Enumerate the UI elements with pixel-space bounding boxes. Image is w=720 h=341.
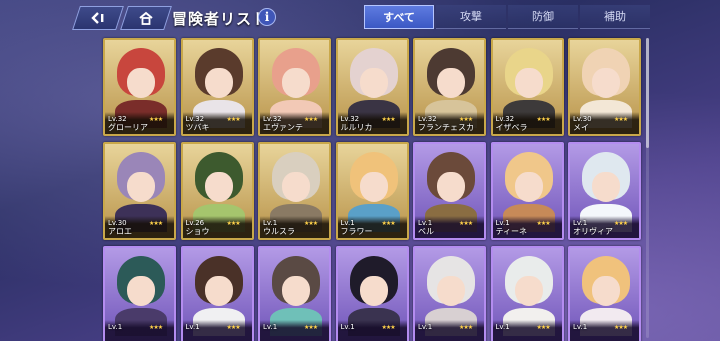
header-bar: 冒険者リスト i すべて 攻撃 防御 補助 [0,0,720,36]
rarity-stars: ★★★ [536,220,551,227]
rarity-stars: ★★★ [304,324,318,331]
rarity-stars: ★★★ [381,324,396,331]
character-name: エヴァンテ [263,123,303,132]
character-level: Lv.1 [573,323,588,331]
character-card[interactable]: Lv.32 ★★★ グローリア [103,38,176,136]
rarity-stars: ★★★ [226,116,241,123]
tab-support[interactable]: 補助 [580,5,650,29]
character-card[interactable]: Lv.1 ★★★ [335,246,409,341]
rarity-stars: ★★★ [536,324,551,331]
character-name: イザベラ [495,123,528,132]
character-name: メイ [573,123,589,132]
character-card[interactable]: Lv.1 ★★★ ベル [413,142,486,240]
rarity-stars: ★★★ [149,220,163,227]
character-card[interactable]: Lv.1 ★★★ [568,246,641,341]
character-name: アロエ [108,227,132,236]
rarity-stars: ★★★ [304,220,318,227]
character-level: Lv.1 [340,323,355,331]
rarity-stars: ★★★ [459,324,473,331]
character-level: Lv.1 [418,323,433,331]
character-name: ウルスラ [263,227,295,236]
character-name: グローリア [108,123,148,132]
character-card[interactable]: Lv.30 ★★★ アロエ [103,142,176,240]
rarity-stars: ★★★ [536,116,551,123]
rarity-stars: ★★★ [304,116,318,123]
character-name: ショウ [185,227,210,236]
tab-all[interactable]: すべて [364,5,434,29]
character-level: Lv.1 [108,323,123,331]
filter-tabs: すべて 攻撃 防御 補助 [364,5,652,31]
rarity-stars: ★★★ [381,220,396,227]
character-name: ベル [418,227,434,236]
rarity-stars: ★★★ [149,116,163,123]
rarity-stars: ★★★ [149,324,163,331]
tab-attack[interactable]: 攻撃 [436,5,506,29]
character-level: Lv.1 [495,323,510,331]
scrollbar[interactable] [646,38,649,338]
character-card[interactable]: Lv.1 ★★★ ウルスラ [258,142,331,240]
character-card[interactable]: Lv.32 ★★★ ルルリカ [335,38,409,136]
home-icon [139,11,153,25]
tab-defense[interactable]: 防御 [508,5,578,29]
character-card[interactable]: Lv.1 ★★★ [413,246,486,341]
character-card[interactable]: Lv.32 ★★★ イザベラ [490,38,564,136]
back-button[interactable] [72,6,124,30]
character-card[interactable]: Lv.1 ★★★ [258,246,331,341]
character-name: フラワー [340,227,373,236]
home-button[interactable] [120,6,172,30]
character-card[interactable]: Lv.32 ★★★ エヴァンテ [258,38,331,136]
rarity-stars: ★★★ [381,116,396,123]
character-card[interactable]: Lv.1 ★★★ ティーネ [490,142,564,240]
back-arrow-icon [91,12,104,24]
character-card[interactable]: Lv.32 ★★★ ツバキ [180,38,254,136]
character-card[interactable]: Lv.1 ★★★ [490,246,564,341]
rarity-stars: ★★★ [459,220,473,227]
character-name: ルルリカ [340,123,373,132]
character-level: Lv.1 [263,323,278,331]
character-name: フランチェスカ [418,123,474,132]
rarity-stars: ★★★ [226,324,241,331]
info-icon[interactable]: i [258,8,276,26]
character-card[interactable]: Lv.1 ★★★ フラワー [335,142,409,240]
character-name: オリヴィア [573,227,613,236]
character-grid: Lv.32 ★★★ グローリア Lv.32 ★★★ ツバキ Lv.32 ★★★ エヴァンテ Lv.… [103,38,641,341]
rarity-stars: ★★★ [614,116,628,123]
character-card[interactable]: Lv.32 ★★★ フランチェスカ [413,38,486,136]
character-card[interactable]: Lv.1 ★★★ [180,246,254,341]
rarity-stars: ★★★ [614,220,628,227]
character-name: ティーネ [495,227,528,236]
character-level: Lv.1 [185,323,200,331]
rarity-stars: ★★★ [614,324,628,331]
page-title: 冒険者リスト [172,10,269,28]
character-card[interactable]: Lv.1 ★★★ [103,246,176,341]
character-card[interactable]: Lv.26 ★★★ ショウ [180,142,254,240]
character-card[interactable]: Lv.1 ★★★ オリヴィア [568,142,641,240]
character-name: ツバキ [185,123,210,132]
character-card[interactable]: Lv.30 ★★★ メイ [568,38,641,136]
scroll-thumb[interactable] [646,38,649,148]
rarity-stars: ★★★ [226,220,241,227]
